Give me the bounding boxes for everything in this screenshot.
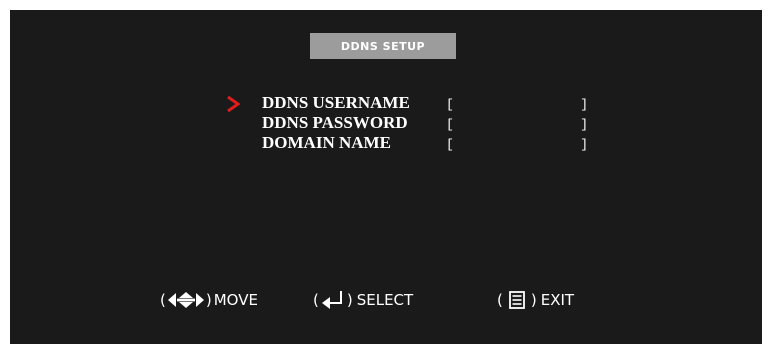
page-title: DDNS SETUP [340, 39, 426, 53]
domain-name-input[interactable]: [ ] [446, 133, 588, 152]
ddns-username-input[interactable]: [ ] [446, 93, 588, 112]
field-label-ddns-username: DDNS USERNAME [262, 93, 410, 112]
footer-select-hint: ( ) SELECT [313, 291, 414, 309]
footer-move-hint: ( ) MOVE [160, 291, 258, 309]
footer-exit-hint: ( ) EXIT [497, 291, 575, 309]
footer-select-label: SELECT [356, 291, 414, 309]
field-row-ddns-password[interactable]: DDNS PASSWORD [ ] [10, 113, 762, 133]
enter-icon [321, 291, 342, 309]
field-row-domain-name[interactable]: DOMAIN NAME [ ] [10, 133, 762, 153]
osd-screen: DDNS SETUP DDNS USERNAME [ ] DDNS PASSWO… [10, 10, 762, 344]
title-bar: DDNS SETUP [310, 33, 456, 59]
field-label-ddns-password: DDNS PASSWORD [262, 113, 408, 132]
footer-exit-label: EXIT [540, 291, 575, 309]
footer-move-label: MOVE [213, 291, 258, 309]
field-row-ddns-username[interactable]: DDNS USERNAME [ ] [10, 93, 762, 113]
arrows-icon [167, 292, 204, 308]
field-label-domain-name: DOMAIN NAME [262, 133, 391, 152]
menu-icon [508, 291, 525, 309]
ddns-password-input[interactable]: [ ] [446, 113, 588, 132]
